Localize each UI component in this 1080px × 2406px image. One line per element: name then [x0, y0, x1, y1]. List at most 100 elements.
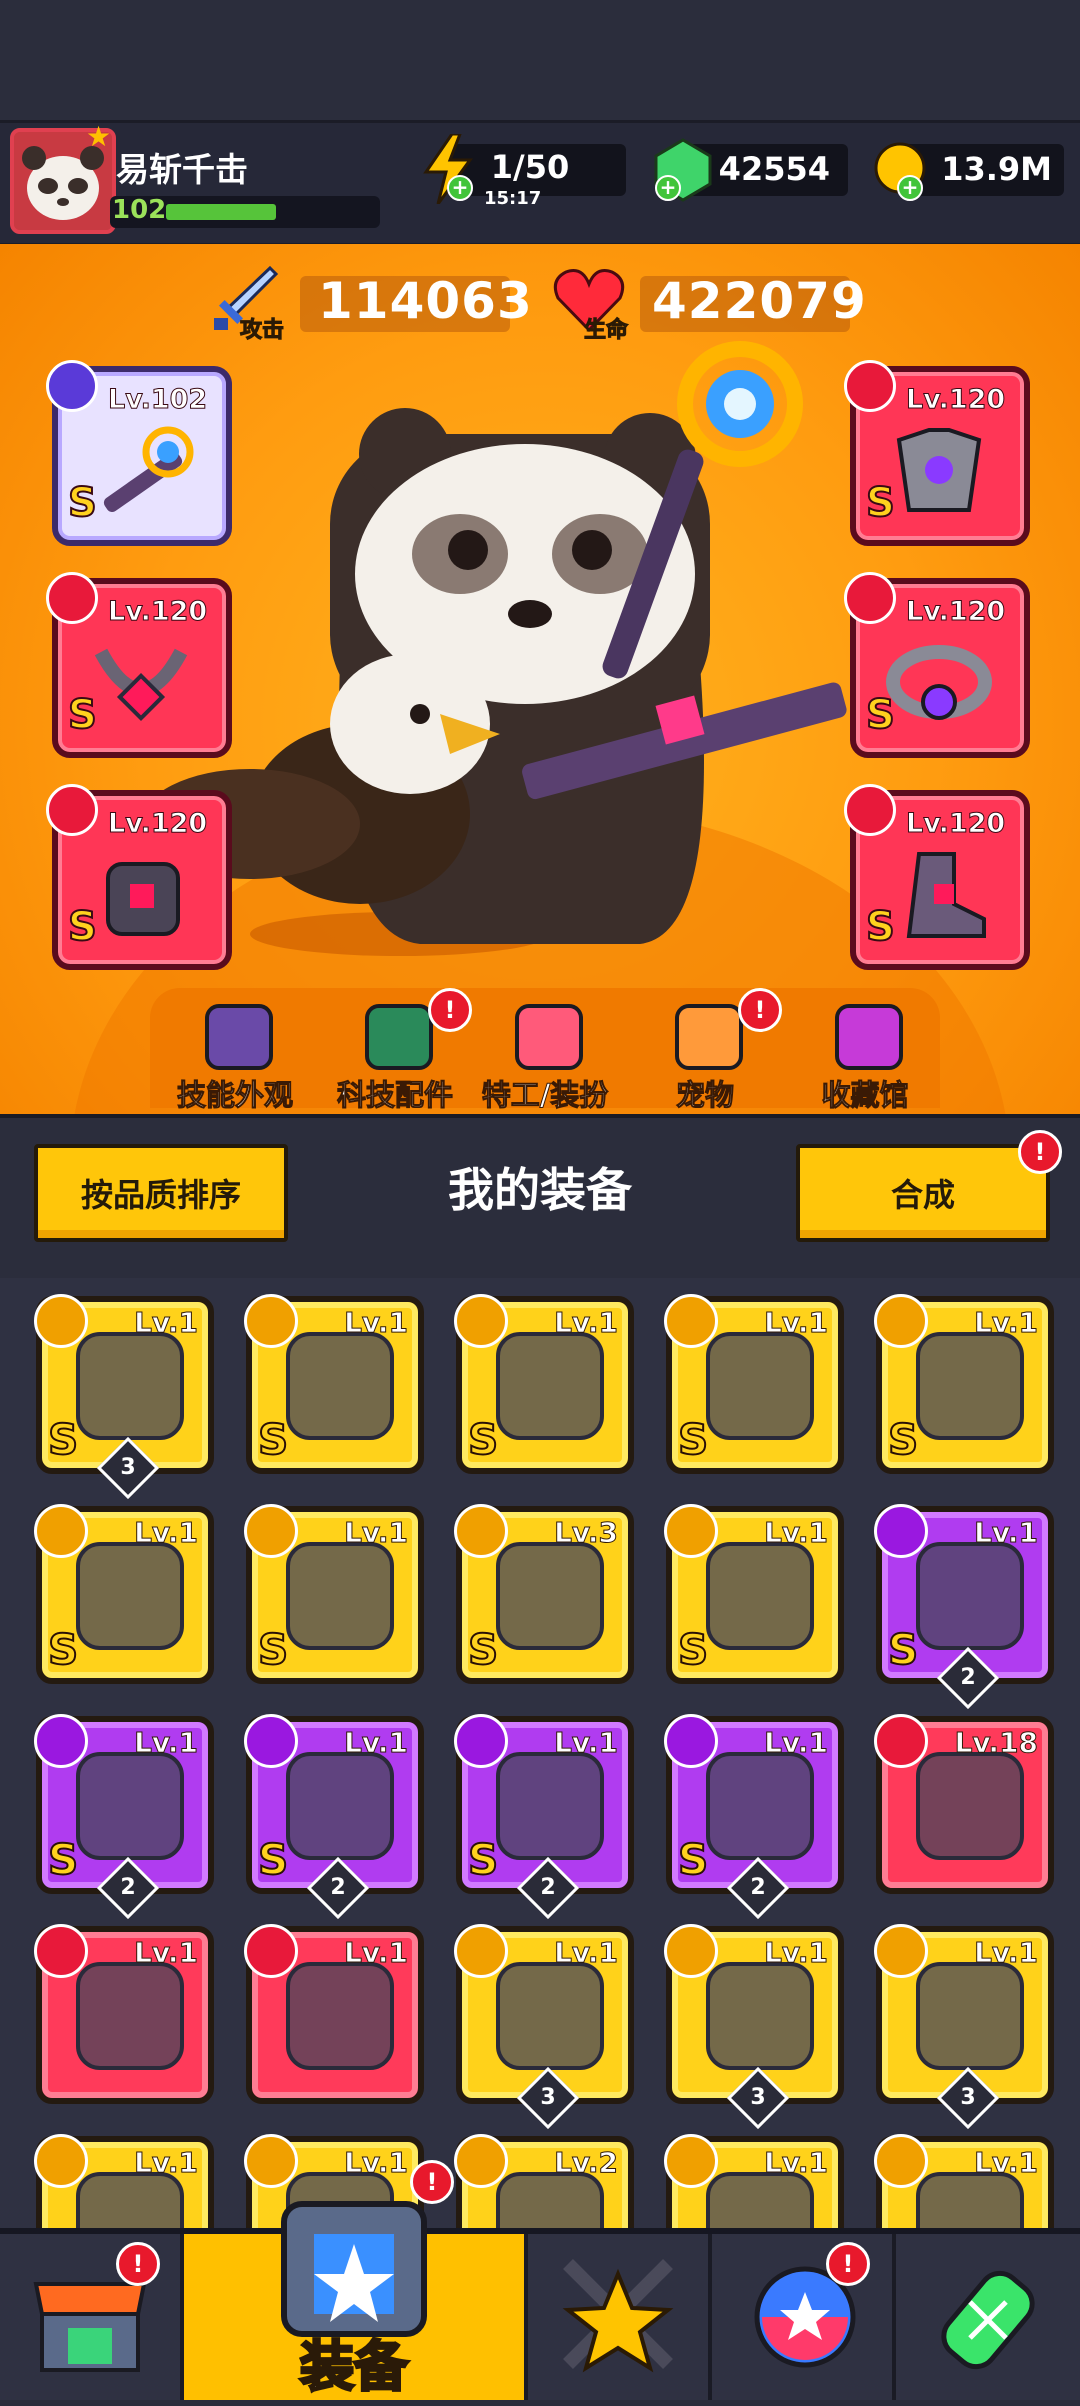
equipment-item-belt[interactable]: Lv.1 [34, 2134, 214, 2228]
equipment-item-necklace[interactable]: Lv.1 S 2 [244, 1714, 424, 1920]
svg-text:+: + [902, 175, 919, 199]
gloves-item-icon [496, 1542, 604, 1650]
equipment-item-armor[interactable]: Lv.1 S [664, 1294, 844, 1474]
equipped-gloves-level: Lv.120 [107, 808, 208, 840]
equipment-item-armor[interactable]: Lv.1 S [874, 1294, 1054, 1474]
equipment-item-gloves[interactable]: Lv.1 S [664, 1504, 844, 1684]
nav-tab-battle[interactable] [528, 2234, 712, 2400]
energy-timer: 15:17 [484, 188, 542, 209]
equipment-item-weapon[interactable]: Lv.1 [34, 1924, 214, 2104]
item-level: Lv.1 [134, 1726, 199, 1760]
equipment-item-weapon[interactable]: Lv.18 [874, 1714, 1054, 1894]
gold-value: 13.9M [941, 150, 1052, 188]
equipment-item-weapon[interactable]: Lv.1 S [244, 1294, 424, 1474]
item-level: Lv.1 [344, 1726, 409, 1760]
armor-item-icon [76, 1542, 184, 1650]
equipped-necklace-slot[interactable]: Lv.120 S [46, 572, 232, 758]
nav-tab-equipment[interactable]: 装备 [184, 2201, 528, 2400]
equipment-item-armor[interactable]: Lv.1 S [34, 1504, 214, 1684]
menu-label: 宠物 [675, 1078, 734, 1113]
necklace-type-icon [244, 1714, 298, 1768]
equipment-item-boots[interactable]: Lv.1 [664, 2134, 844, 2228]
equipment-item-necklace[interactable]: Lv.1 3 [454, 1924, 634, 2130]
belt-type-icon [844, 572, 896, 624]
item-merge-count: 2 [120, 1875, 136, 1900]
equipment-item-belt[interactable]: Lv.1 3 [664, 1924, 844, 2130]
boots-item-icon [706, 1752, 814, 1860]
item-merge-count: 2 [750, 1875, 766, 1900]
boot-icon [906, 852, 986, 938]
menu-alert-badge: ! [738, 988, 782, 1032]
item-merge-count-badge: 3 [936, 2066, 1000, 2130]
weapon-type-icon [34, 1924, 88, 1978]
gloves-type-icon [244, 1924, 298, 1978]
item-level: Lv.1 [974, 2146, 1039, 2180]
item-merge-count-badge: 2 [96, 1856, 160, 1920]
necklace-item-icon [286, 1542, 394, 1650]
equipped-necklace-rank: S [67, 691, 98, 739]
equipment-item-belt[interactable]: Lv.1 3 [874, 1924, 1054, 2130]
item-level: Lv.1 [134, 1516, 199, 1550]
nav-tab-evolve[interactable] [896, 2234, 1080, 2400]
merge-button[interactable]: 合成 [796, 1144, 1050, 1242]
item-level: Lv.1 [974, 1516, 1039, 1550]
item-level: Lv.1 [554, 1306, 619, 1340]
menu-label: 技能外观 [176, 1078, 293, 1113]
armor-type-icon [874, 1294, 928, 1348]
belt-type-icon [874, 1924, 928, 1978]
svg-text:+: + [660, 175, 677, 199]
equipment-item-boots[interactable]: Lv.1 S 2 [664, 1714, 844, 1920]
equipment-item-gloves[interactable]: Lv.1 [244, 1924, 424, 2104]
item-rank: S [467, 1414, 499, 1465]
equipped-boots-rank: S [865, 903, 896, 951]
equipment-item-necklace[interactable]: Lv.1 S [244, 1504, 424, 1684]
belt-item-icon [76, 2172, 184, 2228]
equipped-belt-slot[interactable]: Lv.120 S [844, 572, 1030, 758]
shop-alert-badge: ! [116, 2242, 160, 2286]
item-level: Lv.1 [344, 1306, 409, 1340]
equipment-item-weapon[interactable]: Lv.1 S 2 [874, 1504, 1054, 1710]
energy-bolt-icon: + [420, 132, 476, 205]
menu-item-4[interactable]: 收藏馆 [780, 1000, 950, 1113]
gloves-type-icon [46, 784, 98, 836]
chain-necklace-icon [94, 648, 188, 722]
menu-item-2[interactable]: 特工/装扮 [460, 1000, 630, 1113]
necklace-type-icon [34, 1294, 88, 1348]
gloves-item-icon [286, 1962, 394, 2070]
item-level: Lv.1 [764, 1516, 829, 1550]
hp-label: 生命 [583, 318, 629, 344]
equipment-item-belt[interactable]: Lv.1 S 2 [454, 1714, 634, 1920]
item-rank: S [887, 1624, 919, 1675]
equipped-boots-slot[interactable]: Lv.120 S [844, 784, 1030, 970]
boots-type-icon [664, 1714, 718, 1768]
boots-type-icon [664, 2134, 718, 2188]
boots-type-icon [874, 2134, 928, 2188]
item-rank: S [677, 1414, 709, 1465]
menu-item-0[interactable]: 技能外观 [150, 1000, 320, 1113]
weapon-type-icon [34, 1714, 88, 1768]
menu-icon-4 [835, 1004, 903, 1070]
item-merge-count-badge: 3 [516, 2066, 580, 2130]
svg-text:+: + [452, 175, 469, 199]
menu-item-3[interactable]: 宠物! [620, 988, 790, 1113]
boots-type-icon [844, 784, 896, 836]
equipped-gloves-slot[interactable]: Lv.120 S [46, 784, 232, 970]
item-level: Lv.1 [344, 1516, 409, 1550]
item-level: Lv.1 [974, 1936, 1039, 1970]
gloves-type-icon [454, 1504, 508, 1558]
equipped-armor-slot[interactable]: Lv.120 S [844, 360, 1030, 546]
equipment-item-weapon[interactable]: Lv.1 S [454, 1294, 634, 1474]
menu-item-1[interactable]: 科技配件! [310, 988, 480, 1113]
item-rank: S [47, 1834, 79, 1885]
equipment-item-gloves[interactable]: Lv.3 S [454, 1504, 634, 1684]
item-level: Lv.1 [764, 2146, 829, 2180]
gloves-item-icon [706, 1542, 814, 1650]
belt-type-icon [34, 2134, 88, 2188]
equipment-item-boots[interactable]: Lv.1 [874, 2134, 1054, 2228]
equipment-item-necklace[interactable]: Lv.1 S 3 [34, 1294, 214, 1500]
item-rank: S [47, 1624, 79, 1675]
item-merge-count-badge: 2 [306, 1856, 370, 1920]
equipment-item-boots[interactable]: Lv.2 [454, 2134, 634, 2228]
equipped-weapon-slot[interactable]: Lv.102 S [46, 360, 232, 546]
equipment-item-weapon[interactable]: Lv.1 S 2 [34, 1714, 214, 1920]
